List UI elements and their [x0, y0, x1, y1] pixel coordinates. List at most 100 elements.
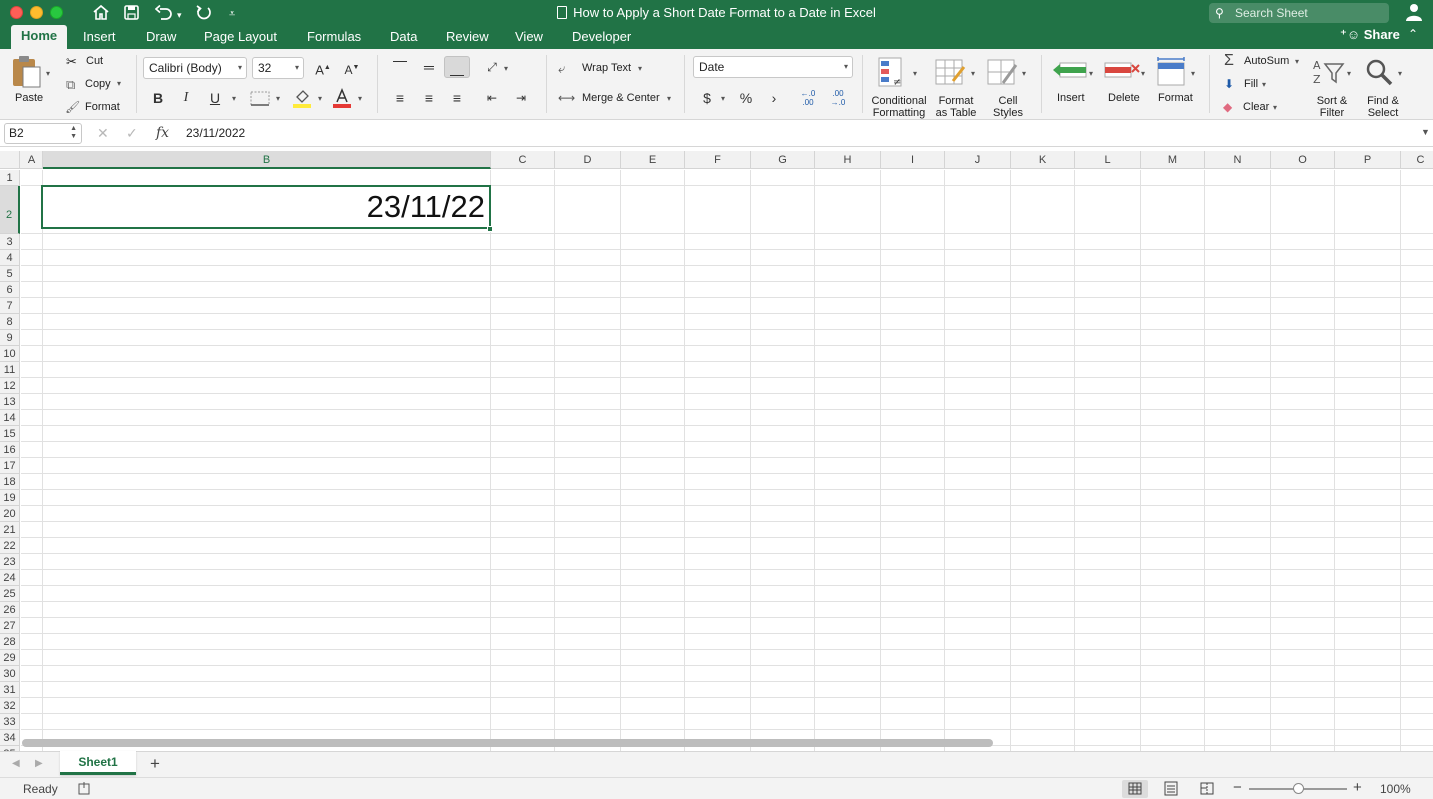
- tab-developer[interactable]: Developer: [572, 29, 631, 44]
- font-size-select[interactable]: 32 ▾: [252, 57, 304, 79]
- row-header-11[interactable]: 11: [0, 362, 20, 378]
- column-header-i[interactable]: I: [881, 151, 945, 169]
- align-right-icon[interactable]: ≡: [444, 87, 470, 109]
- column-header-c[interactable]: C: [1401, 151, 1433, 169]
- percent-format-button[interactable]: %: [733, 87, 759, 109]
- tab-view[interactable]: View: [515, 29, 543, 44]
- find-select-button[interactable]: Find & Select: [1360, 95, 1406, 119]
- align-bottom-icon[interactable]: ⎽: [444, 56, 470, 78]
- delete-cells-icon[interactable]: [1104, 59, 1140, 85]
- row-header-3[interactable]: 3: [0, 234, 20, 250]
- row-header-7[interactable]: 7: [0, 298, 20, 314]
- delete-cells-button[interactable]: Delete: [1108, 92, 1140, 104]
- cell-styles-icon[interactable]: [987, 57, 1019, 89]
- number-format-select[interactable]: Date ▾: [693, 56, 853, 78]
- column-header-e[interactable]: E: [621, 151, 685, 169]
- font-color-icon[interactable]: [332, 88, 352, 108]
- orientation-icon[interactable]: ⤢: [479, 56, 505, 78]
- row-header-21[interactable]: 21: [0, 522, 20, 538]
- row-header-23[interactable]: 23: [0, 554, 20, 570]
- row-header-29[interactable]: 29: [0, 650, 20, 666]
- column-header-d[interactable]: D: [555, 151, 621, 169]
- align-center-icon[interactable]: ≡: [416, 87, 442, 109]
- wrap-text-dropdown-icon[interactable]: ▾: [638, 64, 642, 73]
- row-header-22[interactable]: 22: [0, 538, 20, 554]
- row-header-25[interactable]: 25: [0, 586, 20, 602]
- find-select-dropdown-icon[interactable]: ▾: [1398, 69, 1402, 78]
- share-button[interactable]: ⁺☺ Share: [1340, 27, 1400, 43]
- row-header-9[interactable]: 9: [0, 330, 20, 346]
- column-header-n[interactable]: N: [1205, 151, 1271, 169]
- insert-cells-dropdown-icon[interactable]: ▾: [1089, 69, 1093, 78]
- row-header-24[interactable]: 24: [0, 570, 20, 586]
- fill-button[interactable]: Fill: [1244, 78, 1258, 90]
- clear-dropdown-icon[interactable]: ▾: [1273, 103, 1277, 112]
- row-header-5[interactable]: 5: [0, 266, 20, 282]
- formula-input[interactable]: 23/11/2022: [186, 126, 245, 140]
- fill-dropdown-icon[interactable]: ▾: [1262, 80, 1266, 89]
- column-header-h[interactable]: H: [815, 151, 881, 169]
- tab-draw[interactable]: Draw: [146, 29, 176, 44]
- row-header-28[interactable]: 28: [0, 634, 20, 650]
- conditional-formatting-icon[interactable]: ≠: [878, 57, 908, 89]
- currency-dropdown-icon[interactable]: ▾: [721, 94, 725, 103]
- paste-dropdown-icon[interactable]: ▾: [46, 69, 50, 78]
- clear-button[interactable]: Clear: [1243, 101, 1269, 113]
- cut-button[interactable]: Cut: [86, 55, 103, 67]
- decrease-font-size-icon[interactable]: A▼: [339, 57, 365, 79]
- row-header-4[interactable]: 4: [0, 250, 20, 266]
- row-header-13[interactable]: 13: [0, 394, 20, 410]
- cell-b2[interactable]: 23/11/22: [41, 185, 491, 229]
- format-cells-button[interactable]: Format: [1158, 92, 1193, 104]
- expand-formula-bar-icon[interactable]: ▼: [1421, 127, 1430, 137]
- confirm-entry-icon[interactable]: ✓: [126, 125, 138, 142]
- row-header-26[interactable]: 26: [0, 602, 20, 618]
- row-header-2[interactable]: 2: [0, 186, 20, 234]
- row-header-15[interactable]: 15: [0, 426, 20, 442]
- sort-filter-button[interactable]: Sort & Filter: [1308, 95, 1356, 119]
- paste-button[interactable]: Paste: [15, 92, 43, 104]
- increase-decimal-icon[interactable]: ←.0.00: [795, 87, 821, 109]
- column-header-g[interactable]: G: [751, 151, 815, 169]
- column-header-p[interactable]: P: [1335, 151, 1401, 169]
- name-box[interactable]: B2 ▲ ▼: [4, 123, 82, 144]
- paste-icon[interactable]: [10, 55, 44, 89]
- find-select-icon[interactable]: [1365, 58, 1395, 88]
- row-header-32[interactable]: 32: [0, 698, 20, 714]
- cell-styles-button[interactable]: Cell Styles: [984, 95, 1032, 119]
- format-cells-dropdown-icon[interactable]: ▾: [1191, 69, 1195, 78]
- bold-button[interactable]: B: [145, 87, 171, 109]
- insert-function-icon[interactable]: fx: [156, 125, 169, 141]
- insert-cells-button[interactable]: Insert: [1057, 92, 1085, 104]
- delete-cells-dropdown-icon[interactable]: ▾: [1141, 69, 1145, 78]
- increase-font-size-icon[interactable]: A▲: [310, 57, 336, 79]
- underline-button[interactable]: U: [202, 87, 228, 109]
- fill-color-dropdown-icon[interactable]: ▾: [318, 94, 322, 103]
- decrease-decimal-icon[interactable]: .00 →.0: [825, 87, 851, 109]
- row-header-27[interactable]: 27: [0, 618, 20, 634]
- column-header-f[interactable]: F: [685, 151, 751, 169]
- row-header-30[interactable]: 30: [0, 666, 20, 682]
- cancel-entry-icon[interactable]: ✕: [97, 125, 109, 142]
- increase-indent-icon[interactable]: ⇥: [508, 87, 534, 109]
- tab-formulas[interactable]: Formulas: [307, 29, 361, 44]
- previous-sheet-icon[interactable]: ◀: [12, 758, 20, 769]
- font-color-dropdown-icon[interactable]: ▾: [358, 94, 362, 103]
- row-header-34[interactable]: 34: [0, 730, 20, 746]
- row-header-10[interactable]: 10: [0, 346, 20, 362]
- currency-format-button[interactable]: $: [694, 87, 720, 109]
- row-header-8[interactable]: 8: [0, 314, 20, 330]
- column-header-l[interactable]: L: [1075, 151, 1141, 169]
- column-header-c[interactable]: C: [491, 151, 555, 169]
- copy-button[interactable]: Copy: [85, 78, 111, 90]
- align-top-icon[interactable]: ⎺: [387, 56, 413, 78]
- row-header-16[interactable]: 16: [0, 442, 20, 458]
- zoom-slider-thumb[interactable]: [1293, 783, 1304, 794]
- fill-handle[interactable]: [487, 226, 493, 232]
- tab-review[interactable]: Review: [446, 29, 489, 44]
- row-header-31[interactable]: 31: [0, 682, 20, 698]
- format-as-table-dropdown-icon[interactable]: ▾: [971, 69, 975, 78]
- conditional-formatting-dropdown-icon[interactable]: ▾: [913, 69, 917, 78]
- row-header-33[interactable]: 33: [0, 714, 20, 730]
- tab-page-layout[interactable]: Page Layout: [204, 29, 277, 44]
